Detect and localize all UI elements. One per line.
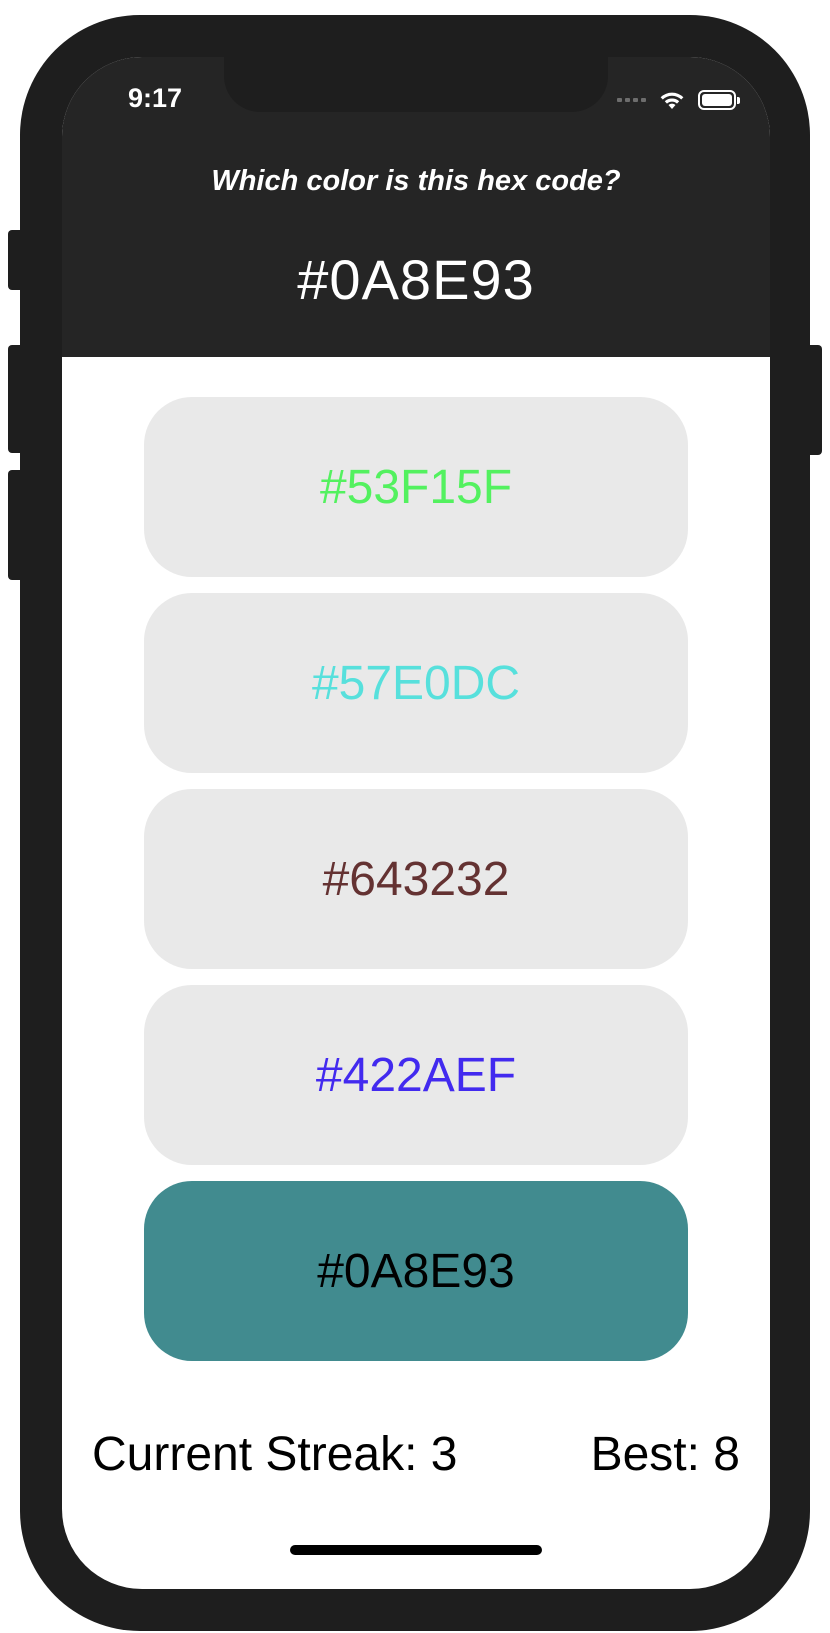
best-score: Best: 8 — [590, 1428, 740, 1481]
home-indicator[interactable] — [290, 1545, 542, 1555]
current-streak: Current Streak: 3 — [92, 1428, 458, 1481]
status-time: 9:17 — [128, 83, 183, 113]
phone-screen: 9:17 Which color is this hex code? #0A8E… — [62, 57, 770, 1589]
notch — [224, 57, 608, 112]
answer-option-label: #643232 — [322, 852, 510, 906]
answer-option-label: #422AEF — [315, 1048, 517, 1102]
answer-option[interactable]: #57E0DC — [144, 593, 688, 773]
score-footer: Current Streak: 3 Best: 8 — [92, 1427, 740, 1482]
question-prompt: Which color is this hex code? — [211, 165, 621, 197]
cellular-signal-icon — [617, 98, 646, 102]
answer-option-label: #0A8E93 — [317, 1244, 515, 1298]
answer-options: #53F15F #57E0DC #643232 #422AEF #0A8E93 — [144, 397, 688, 1377]
answer-option[interactable]: #53F15F — [144, 397, 688, 577]
status-icons — [617, 89, 740, 111]
answer-option-label: #53F15F — [319, 460, 513, 514]
answer-option-label: #57E0DC — [311, 656, 521, 710]
answer-option-correct[interactable]: #0A8E93 — [144, 1181, 688, 1361]
battery-icon — [698, 90, 740, 110]
question-header: 9:17 Which color is this hex code? #0A8E… — [62, 57, 770, 357]
wifi-icon — [660, 92, 684, 109]
answer-option[interactable]: #422AEF — [144, 985, 688, 1165]
power-button — [810, 345, 822, 455]
answer-option[interactable]: #643232 — [144, 789, 688, 969]
target-hex-code: #0A8E93 — [297, 248, 535, 311]
